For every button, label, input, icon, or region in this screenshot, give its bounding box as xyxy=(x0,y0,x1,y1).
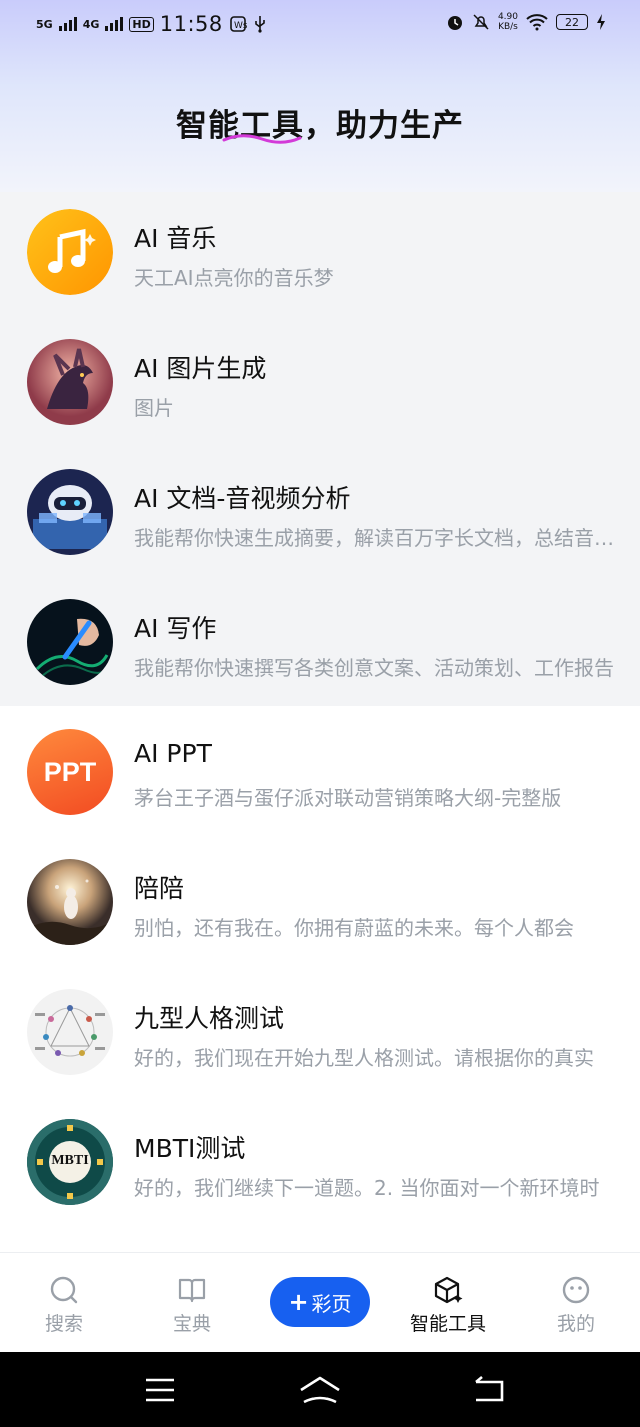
app-notification-icon: Ws xyxy=(229,16,247,32)
tab-search-label: 搜索 xyxy=(44,1313,83,1335)
tool-desc: 好的，我们现在开始九型人格测试。请根据你的真实 xyxy=(134,1046,594,1070)
dragon-image-icon xyxy=(27,339,113,425)
music-note-icon xyxy=(27,209,113,295)
tool-desc: 天工AI点亮你的音乐梦 xyxy=(134,266,334,290)
alarm-icon xyxy=(447,16,462,30)
tool-item-enneagram[interactable]: 九型人格测试 好的，我们现在开始九型人格测试。请根据你的真实 xyxy=(0,972,640,1102)
tab-smart-tools-label: 智能工具 xyxy=(409,1313,486,1335)
tab-smart-tools[interactable]: 智能工具 xyxy=(384,1253,512,1353)
tab-me-label: 我的 xyxy=(556,1313,595,1335)
tab-me[interactable]: 我的 xyxy=(512,1253,640,1353)
tab-guide-label: 宝典 xyxy=(172,1313,211,1335)
tab-search[interactable]: 搜索 xyxy=(0,1253,128,1353)
create-button-label: 彩页 xyxy=(311,1291,352,1316)
tool-name: 陪陪 xyxy=(134,874,185,903)
bottom-tab-bar: 搜索 宝典 + 彩页 智能工具 我的 xyxy=(0,1252,640,1353)
tool-desc: 图片 xyxy=(134,396,174,420)
smiley-face-icon xyxy=(562,1276,590,1304)
tool-item-ai-music[interactable]: AI 音乐 天工AI点亮你的音乐梦 xyxy=(0,192,640,322)
tab-guide[interactable]: 宝典 xyxy=(128,1253,256,1353)
mbti-icon: MBTI xyxy=(27,1119,113,1205)
tool-name: AI 音乐 xyxy=(134,224,217,253)
tool-desc: 好的，我们继续下一道题。2. 当你面对一个新环境时 xyxy=(134,1176,600,1200)
menu-icon[interactable] xyxy=(144,1376,176,1404)
tool-desc: 别怕，还有我在。你拥有蔚蓝的未来。每个人都会 xyxy=(134,916,574,940)
create-button[interactable]: + 彩页 xyxy=(270,1277,370,1327)
hd-badge: HD xyxy=(129,16,154,32)
tool-name: AI 文档-音视频分析 xyxy=(134,484,351,513)
tool-name: 九型人格测试 xyxy=(134,1004,285,1033)
writing-hand-icon xyxy=(27,599,113,685)
book-icon xyxy=(178,1278,206,1303)
page-title: 智能工具，助力生产 xyxy=(176,108,464,144)
tool-name: AI PPT xyxy=(134,739,212,768)
tool-item-ai-image[interactable]: AI 图片生成 图片 xyxy=(0,322,640,452)
back-icon[interactable] xyxy=(470,1374,506,1406)
charging-icon xyxy=(597,14,605,30)
title-underline-decoration xyxy=(222,134,302,144)
tool-item-ai-ppt[interactable]: PPT AI PPT 茅台王子酒与蛋仔派对联动营销策略大纲-完整版 xyxy=(0,712,640,842)
clock: 11:58 xyxy=(159,12,223,36)
network-5g-label: 5G xyxy=(36,17,53,31)
mbti-icon-text: MBTI xyxy=(51,1153,89,1168)
ppt-icon-text: PPT xyxy=(43,756,97,787)
tool-item-mbti[interactable]: MBTI MBTI测试 好的，我们继续下一道题。2. 当你面对一个新环境时 xyxy=(0,1102,640,1232)
cube-sparkle-icon xyxy=(434,1276,463,1304)
robot-image-icon xyxy=(27,469,113,555)
tool-desc: 茅台王子酒与蛋仔派对联动营销策略大纲-完整版 xyxy=(134,786,562,810)
ppt-icon: PPT xyxy=(27,729,113,815)
header: 5G 4G HD 11:58 Ws 4.90 KB/s 22 智能工具，助力生产 xyxy=(0,0,640,192)
speed-unit: KB/s xyxy=(498,22,518,32)
tool-name: MBTI测试 xyxy=(134,1134,246,1163)
companion-image-icon xyxy=(27,859,113,945)
tool-desc: 我能帮你快速撰写各类创意文案、活动策划、工作报告 xyxy=(134,656,614,680)
tool-item-ai-document[interactable]: AI 文档-音视频分析 我能帮你快速生成摘要，解读百万字长文档，总结音视频内容 xyxy=(0,452,640,582)
tool-desc: 我能帮你快速生成摘要，解读百万字长文档，总结音视频内容 xyxy=(134,526,614,550)
status-bar: 5G 4G HD 11:58 Ws 4.90 KB/s 22 xyxy=(0,0,640,50)
tool-name: AI 写作 xyxy=(134,614,217,643)
network-speed: 4.90 KB/s xyxy=(498,12,518,32)
system-navigation-bar xyxy=(0,1352,640,1427)
network-4g-label: 4G xyxy=(82,17,100,31)
plus-icon: + xyxy=(288,1288,309,1316)
home-icon[interactable] xyxy=(298,1374,342,1406)
speed-value: 4.90 xyxy=(497,12,518,22)
battery-icon: 22 xyxy=(556,14,588,30)
signal-icon-2 xyxy=(105,17,124,31)
tool-item-ai-writing[interactable]: AI 写作 我能帮你快速撰写各类创意文案、活动策划、工作报告 xyxy=(0,582,640,712)
wifi-icon xyxy=(526,14,548,31)
tool-name: AI 图片生成 xyxy=(134,354,267,383)
enneagram-icon xyxy=(27,989,113,1075)
tool-item-companion[interactable]: 陪陪 别怕，还有我在。你拥有蔚蓝的未来。每个人都会 xyxy=(0,842,640,972)
mute-icon xyxy=(473,14,489,30)
svg-text:Ws: Ws xyxy=(234,21,247,31)
signal-icon xyxy=(58,17,77,31)
usb-icon xyxy=(254,16,265,33)
search-icon xyxy=(50,1276,78,1304)
